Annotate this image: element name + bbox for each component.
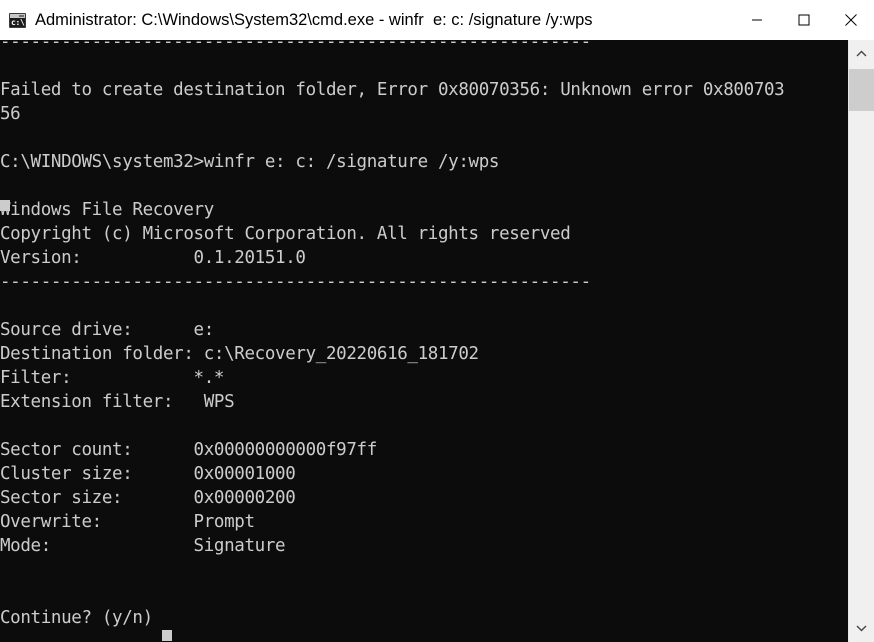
scrollbar-thumb[interactable] [849, 69, 874, 111]
cmd-app-icon: c:\. [9, 12, 30, 28]
close-icon [844, 13, 858, 27]
minimize-button[interactable] [733, 0, 780, 40]
scrollbar-up-button[interactable] [849, 40, 874, 68]
title-bar[interactable]: c:\. Administrator: C:\Windows\System32\… [0, 0, 874, 40]
vertical-scrollbar[interactable] [848, 40, 874, 642]
maximize-button[interactable] [780, 0, 827, 40]
cmd-window: c:\. Administrator: C:\Windows\System32\… [0, 0, 874, 642]
maximize-icon [798, 14, 810, 26]
terminal-cursor [162, 630, 172, 641]
close-button[interactable] [827, 0, 874, 40]
scrollbar-track[interactable] [849, 111, 874, 614]
terminal-text: ----------------------------------------… [0, 40, 785, 628]
window-title: Administrator: C:\Windows\System32\cmd.e… [35, 10, 593, 29]
chevron-up-icon [856, 45, 867, 63]
terminal-cursor-artifact [0, 200, 10, 211]
terminal-output-area[interactable]: ----------------------------------------… [0, 40, 848, 642]
minimize-icon [751, 14, 763, 26]
icon-prompt-text: c:\. [11, 17, 30, 27]
scrollbar-down-button[interactable] [849, 614, 874, 642]
chevron-down-icon [856, 619, 867, 637]
